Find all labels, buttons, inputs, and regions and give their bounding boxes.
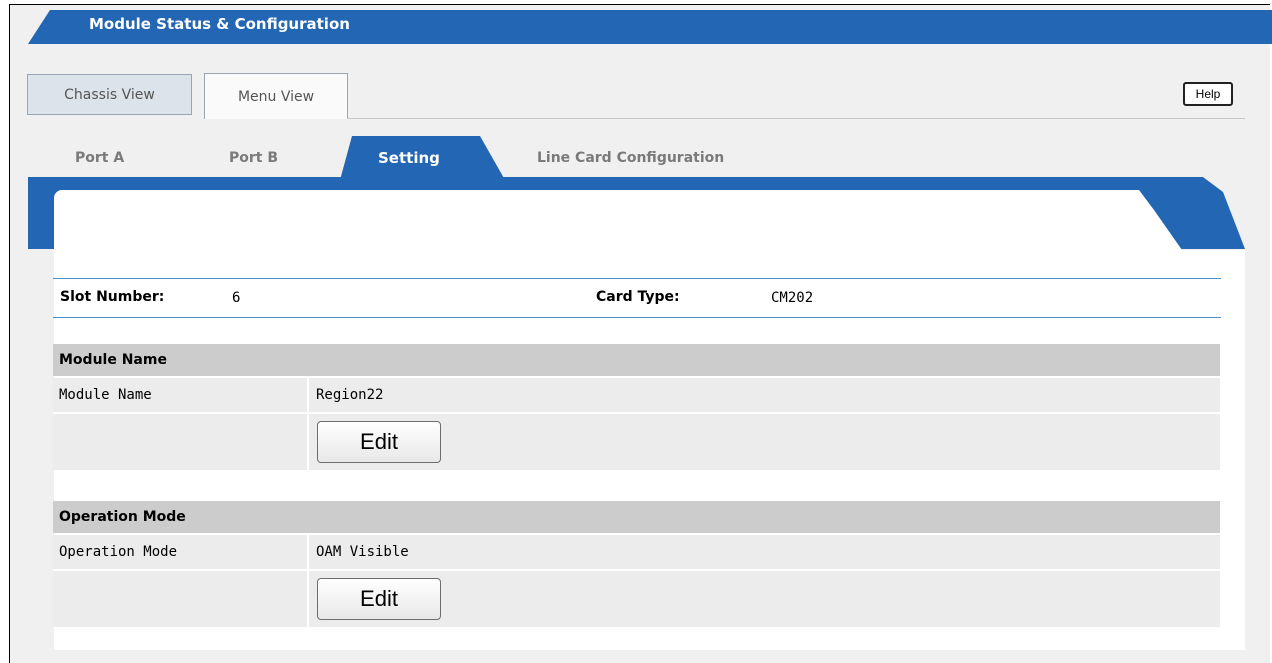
- module-name-field-label: Module Name: [59, 387, 152, 403]
- module-name-row: Module Name Region22: [53, 378, 1220, 412]
- tab-line-card-configuration[interactable]: Line Card Configuration: [537, 147, 724, 169]
- tab-port-a[interactable]: Port A: [75, 147, 124, 169]
- edit-module-name-button[interactable]: Edit: [317, 421, 441, 463]
- tab-setting[interactable]: Setting: [378, 149, 440, 167]
- slot-number-value: 6: [232, 290, 241, 306]
- edit-operation-mode-button[interactable]: Edit: [317, 578, 441, 620]
- operation-mode-action-row: [53, 571, 1220, 627]
- operation-mode-field-label: Operation Mode: [59, 544, 178, 560]
- section-header-operation-mode: Operation Mode: [53, 501, 1220, 533]
- info-divider-bottom: [53, 317, 1221, 318]
- operation-mode-row: Operation Mode OAM Visible: [53, 535, 1220, 569]
- card-type-label: Card Type:: [596, 289, 680, 305]
- module-name-value: Region22: [316, 387, 384, 403]
- tab-port-b[interactable]: Port B: [229, 147, 278, 169]
- card-type-value: CM202: [771, 290, 814, 306]
- section-header-module-name: Module Name: [53, 344, 1220, 376]
- module-name-action-row: [53, 414, 1220, 470]
- operation-mode-value: OAM Visible: [316, 544, 409, 560]
- slot-number-label: Slot Number:: [60, 289, 165, 305]
- view-tabs-divider: [347, 118, 1245, 119]
- info-divider-top: [53, 278, 1221, 279]
- tab-chassis-view[interactable]: Chassis View: [27, 74, 192, 115]
- page-title: Module Status & Configuration: [89, 15, 350, 33]
- tab-menu-view[interactable]: Menu View: [204, 73, 348, 119]
- help-button[interactable]: Help: [1183, 82, 1233, 106]
